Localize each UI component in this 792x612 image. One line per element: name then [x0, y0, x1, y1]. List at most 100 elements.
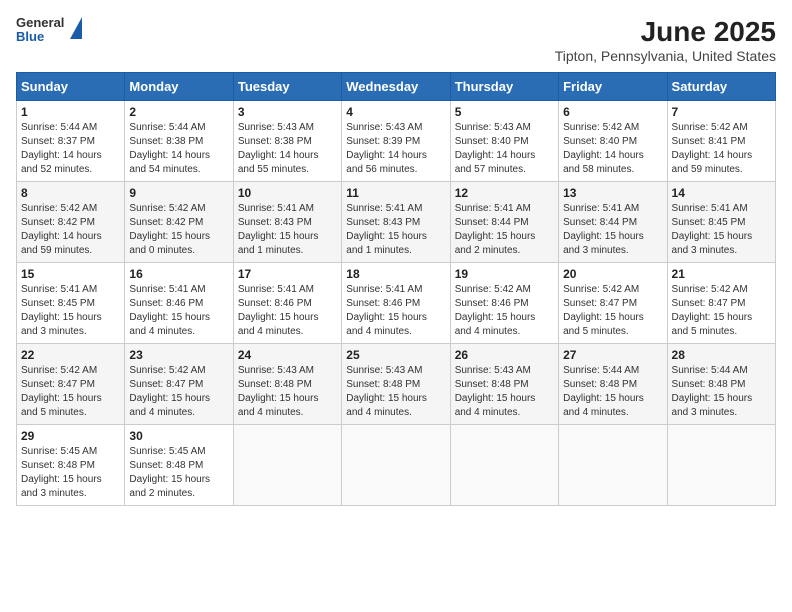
- cell-date: 4: [346, 105, 445, 119]
- cell-info: Sunrise: 5:42 AMSunset: 8:47 PMDaylight:…: [672, 284, 753, 337]
- cell-date: 11: [346, 186, 445, 200]
- cell-info: Sunrise: 5:41 AMSunset: 8:46 PMDaylight:…: [346, 284, 427, 337]
- cell-date: 7: [672, 105, 771, 119]
- cell-info: Sunrise: 5:44 AMSunset: 8:38 PMDaylight:…: [129, 122, 210, 175]
- cell-date: 20: [563, 267, 662, 281]
- cell-info: Sunrise: 5:41 AMSunset: 8:43 PMDaylight:…: [346, 203, 427, 256]
- cell-date: 14: [672, 186, 771, 200]
- calendar-cell: [342, 425, 450, 506]
- cell-info: Sunrise: 5:43 AMSunset: 8:39 PMDaylight:…: [346, 122, 427, 175]
- cell-info: Sunrise: 5:43 AMSunset: 8:40 PMDaylight:…: [455, 122, 536, 175]
- cell-info: Sunrise: 5:44 AMSunset: 8:37 PMDaylight:…: [21, 122, 102, 175]
- calendar-cell: [559, 425, 667, 506]
- cell-date: 18: [346, 267, 445, 281]
- cell-date: 2: [129, 105, 228, 119]
- cell-date: 28: [672, 348, 771, 362]
- day-header-friday: Friday: [559, 73, 667, 101]
- header: General Blue June 2025 Tipton, Pennsylva…: [16, 16, 776, 64]
- cell-info: Sunrise: 5:44 AMSunset: 8:48 PMDaylight:…: [672, 365, 753, 418]
- calendar-cell: 15 Sunrise: 5:41 AMSunset: 8:45 PMDayligh…: [17, 263, 125, 344]
- cell-date: 27: [563, 348, 662, 362]
- calendar-cell: [233, 425, 341, 506]
- cell-date: 30: [129, 429, 228, 443]
- calendar-cell: 19 Sunrise: 5:42 AMSunset: 8:46 PMDayligh…: [450, 263, 558, 344]
- cell-date: 22: [21, 348, 120, 362]
- calendar-cell: 14 Sunrise: 5:41 AMSunset: 8:45 PMDayligh…: [667, 182, 775, 263]
- calendar-week-4: 22 Sunrise: 5:42 AMSunset: 8:47 PMDayligh…: [17, 344, 776, 425]
- cell-date: 3: [238, 105, 337, 119]
- cell-info: Sunrise: 5:41 AMSunset: 8:45 PMDaylight:…: [672, 203, 753, 256]
- cell-info: Sunrise: 5:41 AMSunset: 8:45 PMDaylight:…: [21, 284, 102, 337]
- title-area: June 2025 Tipton, Pennsylvania, United S…: [555, 16, 776, 64]
- cell-date: 24: [238, 348, 337, 362]
- cell-date: 26: [455, 348, 554, 362]
- cell-info: Sunrise: 5:41 AMSunset: 8:46 PMDaylight:…: [238, 284, 319, 337]
- calendar-cell: 22 Sunrise: 5:42 AMSunset: 8:47 PMDayligh…: [17, 344, 125, 425]
- calendar-cell: 9Sunrise: 5:42 AMSunset: 8:42 PMDaylight…: [125, 182, 233, 263]
- calendar-week-2: 8Sunrise: 5:42 AMSunset: 8:42 PMDaylight…: [17, 182, 776, 263]
- cell-date: 6: [563, 105, 662, 119]
- logo-general: General: [16, 16, 64, 30]
- cell-info: Sunrise: 5:42 AMSunset: 8:40 PMDaylight:…: [563, 122, 644, 175]
- page-title: June 2025: [555, 16, 776, 48]
- calendar-cell: 4 Sunrise: 5:43 AMSunset: 8:39 PMDaylight…: [342, 101, 450, 182]
- calendar-cell: 7Sunrise: 5:42 AMSunset: 8:41 PMDaylight…: [667, 101, 775, 182]
- calendar-cell: 28 Sunrise: 5:44 AMSunset: 8:48 PMDayligh…: [667, 344, 775, 425]
- cell-date: 9: [129, 186, 228, 200]
- cell-info: Sunrise: 5:43 AMSunset: 8:48 PMDaylight:…: [238, 365, 319, 418]
- calendar-cell: 2 Sunrise: 5:44 AMSunset: 8:38 PMDaylight…: [125, 101, 233, 182]
- cell-info: Sunrise: 5:42 AMSunset: 8:46 PMDaylight:…: [455, 284, 536, 337]
- calendar-header: SundayMondayTuesdayWednesdayThursdayFrid…: [17, 73, 776, 101]
- calendar-week-5: 29Sunrise: 5:45 AMSunset: 8:48 PMDayligh…: [17, 425, 776, 506]
- cell-info: Sunrise: 5:41 AMSunset: 8:44 PMDaylight:…: [455, 203, 536, 256]
- calendar: SundayMondayTuesdayWednesdayThursdayFrid…: [16, 72, 776, 506]
- days-header-row: SundayMondayTuesdayWednesdayThursdayFrid…: [17, 73, 776, 101]
- calendar-cell: 6 Sunrise: 5:42 AMSunset: 8:40 PMDaylight…: [559, 101, 667, 182]
- calendar-cell: 12Sunrise: 5:41 AMSunset: 8:44 PMDayligh…: [450, 182, 558, 263]
- logo-triangle-icon: [70, 17, 82, 39]
- day-header-thursday: Thursday: [450, 73, 558, 101]
- calendar-cell: 23 Sunrise: 5:42 AMSunset: 8:47 PMDayligh…: [125, 344, 233, 425]
- page-subtitle: Tipton, Pennsylvania, United States: [555, 48, 776, 64]
- cell-date: 13: [563, 186, 662, 200]
- calendar-cell: [667, 425, 775, 506]
- calendar-cell: [450, 425, 558, 506]
- day-header-sunday: Sunday: [17, 73, 125, 101]
- calendar-cell: 30 Sunrise: 5:45 AMSunset: 8:48 PMDayligh…: [125, 425, 233, 506]
- logo-text: General Blue: [16, 16, 64, 45]
- cell-date: 19: [455, 267, 554, 281]
- day-header-tuesday: Tuesday: [233, 73, 341, 101]
- calendar-cell: 17 Sunrise: 5:41 AMSunset: 8:46 PMDayligh…: [233, 263, 341, 344]
- calendar-cell: 16Sunrise: 5:41 AMSunset: 8:46 PMDayligh…: [125, 263, 233, 344]
- cell-info: Sunrise: 5:43 AMSunset: 8:38 PMDaylight:…: [238, 122, 319, 175]
- calendar-week-1: 1Sunrise: 5:44 AMSunset: 8:37 PMDaylight…: [17, 101, 776, 182]
- calendar-cell: 29Sunrise: 5:45 AMSunset: 8:48 PMDayligh…: [17, 425, 125, 506]
- calendar-cell: 3 Sunrise: 5:43 AMSunset: 8:38 PMDaylight…: [233, 101, 341, 182]
- day-header-wednesday: Wednesday: [342, 73, 450, 101]
- cell-date: 5: [455, 105, 554, 119]
- cell-info: Sunrise: 5:42 AMSunset: 8:47 PMDaylight:…: [129, 365, 210, 418]
- calendar-week-3: 15 Sunrise: 5:41 AMSunset: 8:45 PMDayligh…: [17, 263, 776, 344]
- cell-date: 23: [129, 348, 228, 362]
- cell-info: Sunrise: 5:41 AMSunset: 8:43 PMDaylight:…: [238, 203, 319, 256]
- cell-info: Sunrise: 5:43 AMSunset: 8:48 PMDaylight:…: [455, 365, 536, 418]
- calendar-cell: 1Sunrise: 5:44 AMSunset: 8:37 PMDaylight…: [17, 101, 125, 182]
- day-header-monday: Monday: [125, 73, 233, 101]
- cell-date: 17: [238, 267, 337, 281]
- cell-info: Sunrise: 5:44 AMSunset: 8:48 PMDaylight:…: [563, 365, 644, 418]
- calendar-cell: 8Sunrise: 5:42 AMSunset: 8:42 PMDaylight…: [17, 182, 125, 263]
- cell-info: Sunrise: 5:41 AMSunset: 8:44 PMDaylight:…: [563, 203, 644, 256]
- calendar-cell: 27 Sunrise: 5:44 AMSunset: 8:48 PMDayligh…: [559, 344, 667, 425]
- calendar-cell: 10 Sunrise: 5:41 AMSunset: 8:43 PMDayligh…: [233, 182, 341, 263]
- logo: General Blue: [16, 16, 82, 45]
- cell-date: 10: [238, 186, 337, 200]
- cell-info: Sunrise: 5:45 AMSunset: 8:48 PMDaylight:…: [129, 446, 210, 499]
- calendar-cell: 13 Sunrise: 5:41 AMSunset: 8:44 PMDayligh…: [559, 182, 667, 263]
- cell-info: Sunrise: 5:42 AMSunset: 8:47 PMDaylight:…: [21, 365, 102, 418]
- logo-blue: Blue: [16, 30, 64, 44]
- cell-date: 25: [346, 348, 445, 362]
- cell-date: 15: [21, 267, 120, 281]
- cell-info: Sunrise: 5:45 AMSunset: 8:48 PMDaylight:…: [21, 446, 102, 499]
- cell-info: Sunrise: 5:42 AMSunset: 8:42 PMDaylight:…: [21, 203, 102, 256]
- calendar-body: 1Sunrise: 5:44 AMSunset: 8:37 PMDaylight…: [17, 101, 776, 506]
